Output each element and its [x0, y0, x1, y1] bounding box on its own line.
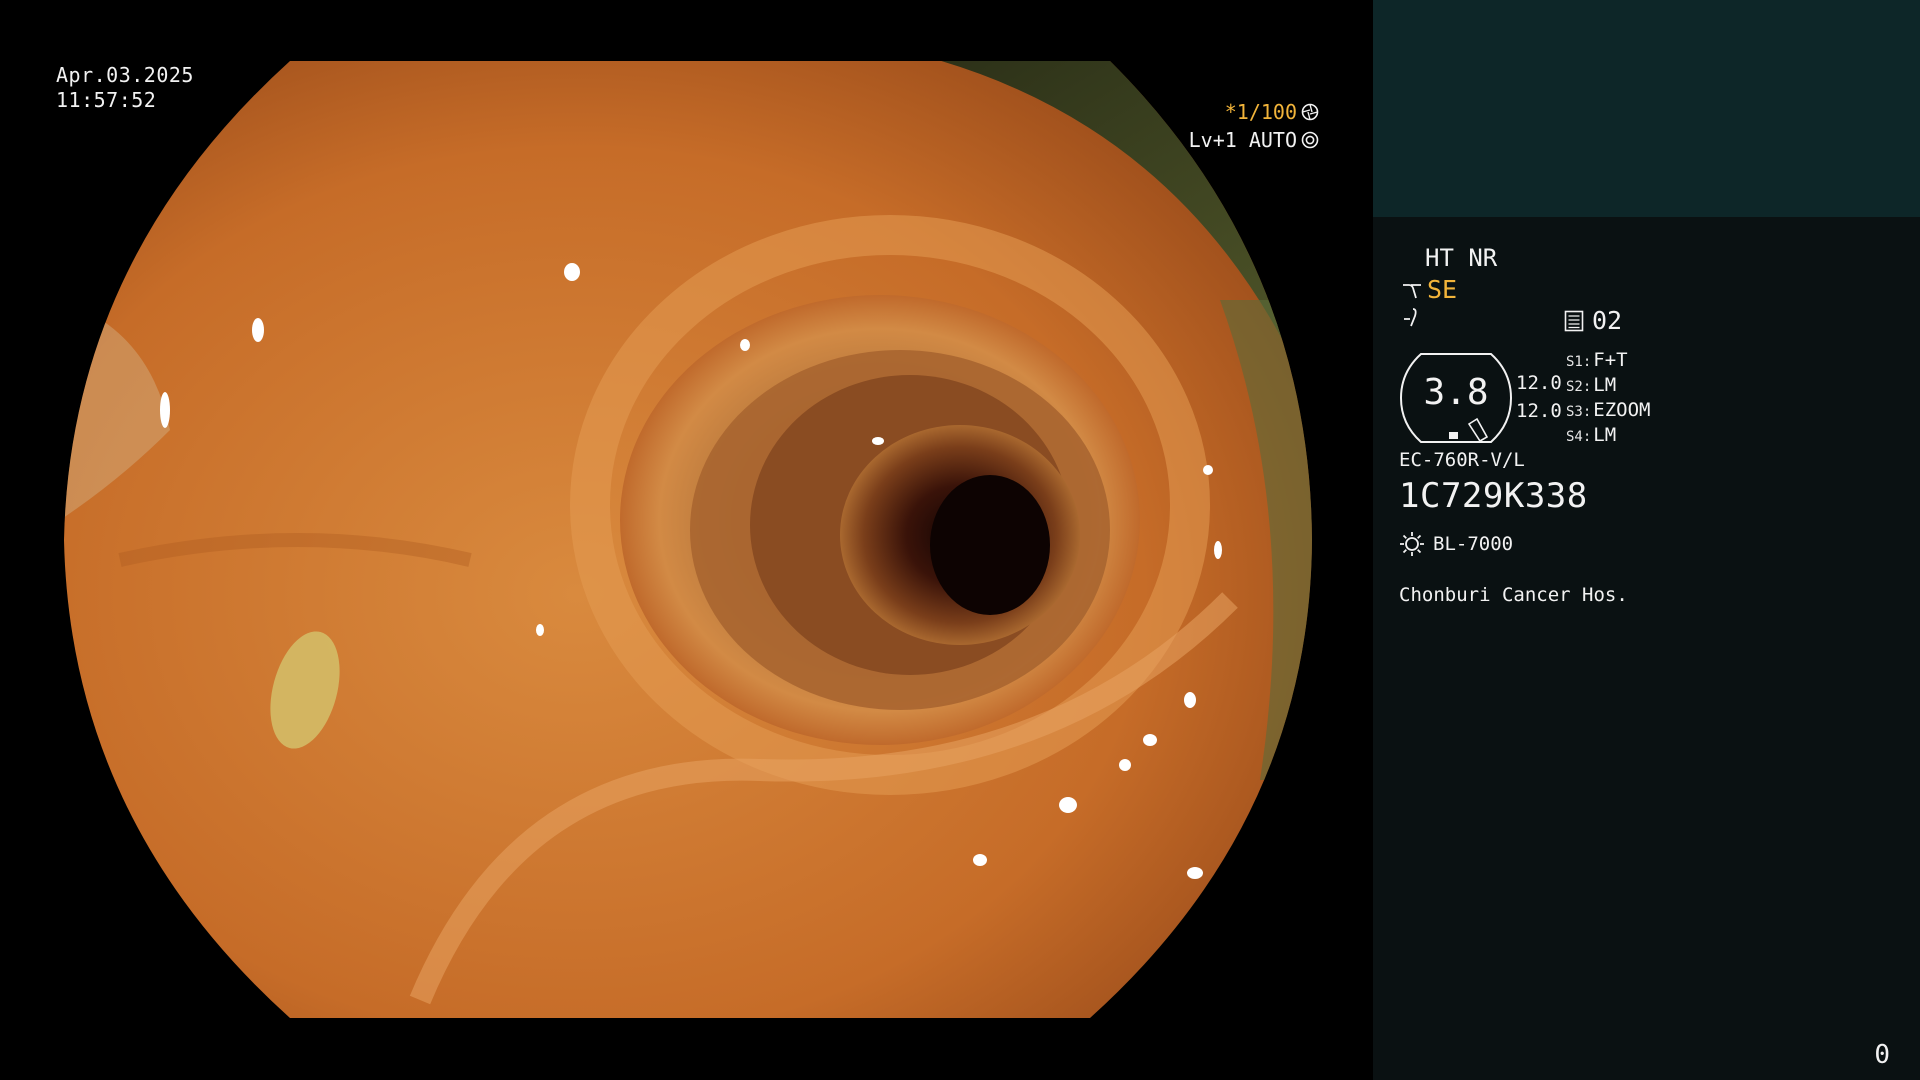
switch-key: S4: [1566, 429, 1592, 445]
switch-key: S2: [1566, 379, 1592, 395]
switch-key: S3: [1566, 404, 1592, 420]
image-memory-value: 02 [1592, 306, 1623, 335]
switch-value: EZOOM [1593, 399, 1651, 421]
shutter-icon [1301, 103, 1319, 121]
structure-enhancement-row: SE [1401, 275, 1457, 304]
iris-value-1: 12.0 [1516, 372, 1562, 394]
image-memory-row: 02 [1564, 306, 1622, 335]
switch-value: LM [1593, 424, 1617, 446]
exposure-indicator: Lv+1 AUTO [1189, 128, 1319, 152]
exam-date: Apr.03.2025 [56, 63, 194, 87]
light-source-icon [1400, 532, 1424, 556]
scope-switch-1: S1: F+T [1566, 349, 1628, 371]
light-source-row: BL-7000 [1399, 531, 1513, 557]
light-source-name: BL-7000 [1433, 533, 1514, 555]
endoscope-image [64, 61, 1312, 1018]
scope-switch-2: S2: LM [1566, 374, 1616, 396]
scope-switch-4: S4: LM [1566, 424, 1616, 446]
zoom-gauge-value: 3.8 [1423, 372, 1489, 413]
hospital-name: Chonburi Cancer Hos. [1399, 584, 1628, 606]
scope-switch-3: S3: EZOOM [1566, 399, 1651, 421]
info-panel-header [1373, 0, 1920, 217]
scope-model: EC-760R-V/L [1399, 449, 1525, 471]
iris-icon [1301, 131, 1319, 149]
switch-key: S1: [1566, 354, 1592, 370]
info-panel: HT NR SE 02 3.8 12.0 12.0 S1: F+T S2: LM… [1373, 0, 1920, 1080]
color-enhancement-icon [1404, 308, 1417, 327]
shutter-speed-indicator: *1/100 [1225, 100, 1319, 124]
noise-reduction-label: HT NR [1425, 244, 1498, 272]
image-counter: 0 [1874, 1040, 1890, 1070]
iris-value-2: 12.0 [1516, 400, 1562, 422]
shutter-speed-value: *1/100 [1224, 100, 1297, 124]
switch-value: LM [1593, 374, 1617, 396]
exam-time: 11:57:52 [56, 88, 157, 112]
color-enhancement-row [1401, 306, 1423, 332]
switch-value: F+T [1593, 349, 1628, 371]
endoscope-viewport: Apr.03.2025 11:57:52 *1/100 Lv+1 AUTO [0, 0, 1373, 1080]
enhancement-curve-icon [1403, 283, 1421, 298]
exposure-value: Lv+1 AUTO [1188, 128, 1297, 152]
structure-enhancement-label: SE [1427, 275, 1458, 304]
scope-serial-number: 1C729K338 [1399, 476, 1588, 516]
memory-card-icon [1564, 310, 1584, 331]
